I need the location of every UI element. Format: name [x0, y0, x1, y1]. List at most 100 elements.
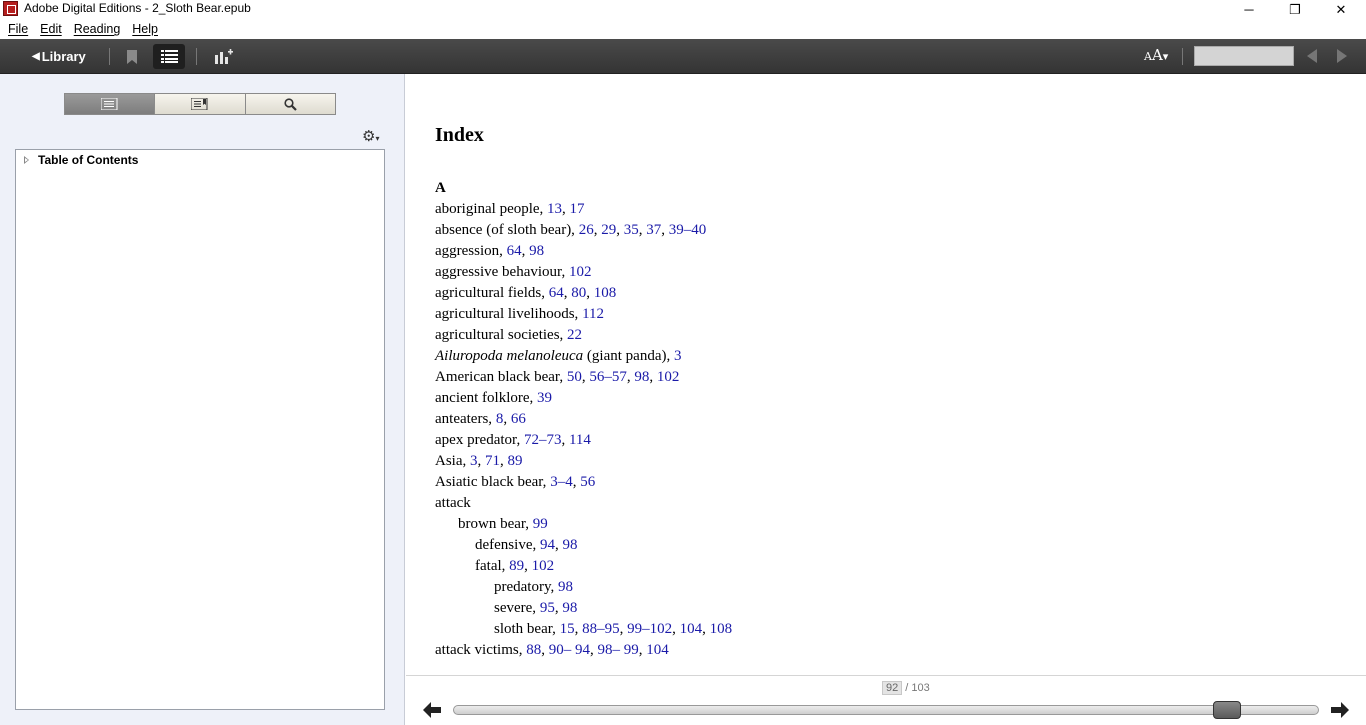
menu-reading[interactable]: Reading — [69, 22, 126, 36]
page-link[interactable]: 108 — [710, 621, 733, 637]
page-link[interactable]: 102 — [657, 369, 680, 385]
maximize-button[interactable]: ❐ — [1272, 0, 1318, 19]
close-button[interactable]: ✕ — [1318, 0, 1364, 19]
toc-tab[interactable] — [65, 94, 156, 114]
page-link[interactable]: 39 — [537, 390, 552, 406]
page-link[interactable]: 26 — [579, 222, 594, 238]
page-link[interactable]: 66 — [511, 411, 526, 427]
page-link[interactable]: 56–57 — [589, 369, 627, 385]
index-entry-term: agricultural fields, — [435, 285, 549, 301]
index-entry-term: sloth bear, — [494, 621, 560, 637]
index-entry-term: attack victims, — [435, 642, 527, 658]
index-entry-term: absence (of sloth bear), — [435, 222, 579, 238]
page-link[interactable]: 3 — [470, 453, 478, 469]
page-link[interactable]: 3 — [674, 348, 682, 364]
library-button[interactable]: ◀ Library — [24, 45, 94, 67]
page-link[interactable]: 112 — [582, 306, 604, 322]
dropdown-arrow-icon: ▾ — [1162, 50, 1169, 63]
list-icon — [160, 50, 178, 63]
toolbar-separator — [1182, 48, 1183, 65]
page-link[interactable]: 56 — [580, 474, 595, 490]
page-link[interactable]: 35 — [624, 222, 639, 238]
toc-item-label: Table of Contents — [38, 153, 139, 167]
page-link[interactable]: 17 — [570, 201, 585, 217]
index-entry: agricultural fields, 64, 80, 108 — [435, 285, 617, 301]
page-link[interactable]: 99–102 — [627, 621, 672, 637]
toc-item-table-of-contents[interactable]: Table of Contents — [24, 153, 138, 167]
app-logo-icon — [3, 1, 18, 16]
page-link[interactable]: 71 — [485, 453, 500, 469]
page-link[interactable]: 89 — [509, 558, 524, 574]
page-link[interactable]: 13 — [547, 201, 562, 217]
page-link[interactable]: 64 — [507, 243, 522, 259]
search-input[interactable] — [1194, 46, 1294, 66]
menu-help[interactable]: Help — [127, 22, 163, 36]
page-link[interactable]: 64 — [549, 285, 564, 301]
font-size-button[interactable]: AA▾ — [1144, 46, 1168, 64]
page-link[interactable]: 98 — [634, 369, 649, 385]
page-link[interactable]: 89 — [508, 453, 523, 469]
page-link[interactable]: 29 — [601, 222, 616, 238]
toc-view-button[interactable] — [153, 44, 185, 69]
menu-file[interactable]: File — [3, 22, 33, 36]
index-entry: severe, 95, 98 — [494, 600, 578, 616]
index-entry-term: A — [435, 180, 446, 196]
page-link[interactable]: 104 — [680, 621, 703, 637]
index-entry-term: American black bear, — [435, 369, 567, 385]
page-link[interactable]: 39–40 — [669, 222, 707, 238]
page-link[interactable]: 99 — [533, 516, 548, 532]
search-tab[interactable] — [245, 94, 335, 114]
next-page-button[interactable] — [1334, 48, 1350, 64]
page-link[interactable]: 108 — [594, 285, 617, 301]
index-entry-term: (giant panda), — [583, 348, 674, 364]
toolbar: ◀ Library AA▾ — [0, 39, 1366, 74]
page-link[interactable]: 72–73 — [524, 432, 562, 448]
font-big-label: A — [1151, 46, 1163, 64]
expand-triangle-icon[interactable] — [24, 156, 29, 164]
page-link[interactable]: 104 — [646, 642, 669, 658]
page-link[interactable]: 15 — [560, 621, 575, 637]
page-link[interactable]: 90– 94 — [549, 642, 590, 658]
page-link[interactable]: 37 — [646, 222, 661, 238]
page-link[interactable]: 80 — [571, 285, 586, 301]
bookmarks-tab[interactable] — [155, 94, 246, 114]
page-link[interactable]: 98 — [558, 579, 573, 595]
page-link[interactable]: 98 — [529, 243, 544, 259]
library-label: Library — [41, 48, 86, 64]
index-entry-term: Asiatic black bear, — [435, 474, 551, 490]
page-link[interactable]: 95 — [540, 600, 555, 616]
index-entry: Asiatic black bear, 3–4, 56 — [435, 474, 596, 490]
toolbar-separator — [196, 48, 197, 65]
page-link[interactable]: 102 — [569, 264, 592, 280]
add-to-stats-button[interactable] — [208, 44, 240, 69]
reading-progress-thumb[interactable] — [1212, 701, 1241, 719]
reading-progress-track[interactable] — [453, 705, 1319, 715]
previous-page-button[interactable] — [1304, 48, 1320, 64]
index-entry: Asia, 3, 71, 89 — [435, 453, 523, 469]
page-link[interactable]: 98– 99 — [597, 642, 638, 658]
next-page-arrow-button[interactable] — [1330, 700, 1350, 720]
page-link[interactable]: 114 — [569, 432, 591, 448]
page-link[interactable]: 102 — [532, 558, 555, 574]
page-link[interactable]: 98 — [562, 537, 577, 553]
page-link[interactable]: 88–95 — [582, 621, 620, 637]
page-link[interactable]: 3–4 — [550, 474, 573, 490]
index-entry: brown bear, 99 — [435, 514, 732, 535]
page-indicator: 92 / 103 — [882, 681, 930, 695]
minimize-button[interactable]: ─ — [1226, 0, 1272, 19]
index-entry-term: severe, — [494, 600, 540, 616]
triangle-right-icon — [1337, 49, 1347, 63]
bookmark-button[interactable] — [116, 44, 148, 69]
previous-page-arrow-button[interactable] — [422, 700, 442, 720]
gear-icon: ⚙ — [362, 128, 376, 145]
current-page-field[interactable]: 92 — [882, 681, 903, 695]
menu-edit[interactable]: Edit — [35, 22, 67, 36]
page-link[interactable]: 98 — [562, 600, 577, 616]
page-link[interactable]: 50 — [567, 369, 582, 385]
page-link[interactable]: 94 — [540, 537, 555, 553]
toc-tree: Table of Contents — [15, 149, 385, 710]
index-entry: attack — [435, 493, 732, 514]
page-link[interactable]: 88 — [526, 642, 541, 658]
panel-options-button[interactable]: ⚙▾ — [362, 127, 379, 145]
page-link[interactable]: 22 — [567, 327, 582, 343]
